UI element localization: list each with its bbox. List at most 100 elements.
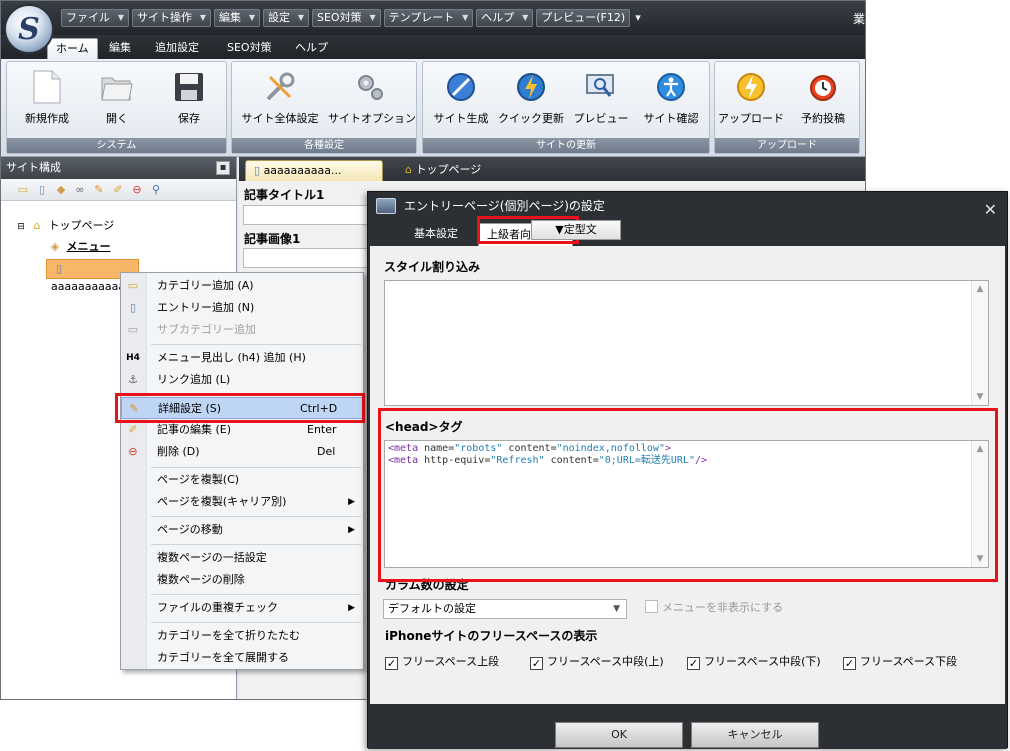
ctx-add-link[interactable]: ⚓ リンク追加 (L) [121,369,363,391]
page-icon: ▯ [129,301,137,314]
ctx-label: ページを複製(キャリア別) [157,495,287,508]
ctx-collapse-all[interactable]: カテゴリーを全て折りたたむ [121,625,363,647]
ctx-duplicate-by-carrier[interactable]: ページを複製(キャリア別) ▶ [121,491,363,513]
menu-file[interactable]: ファイル [61,9,129,27]
column-select[interactable]: デフォルトの設定 ▼ [383,599,627,619]
tab-seo[interactable]: SEO対策 [219,38,280,59]
edit-icon[interactable]: ✐ [110,182,126,198]
ctx-bulk-delete[interactable]: 複数ページの削除 [121,569,363,591]
search-icon[interactable]: ⚲ [148,182,164,198]
ctx-add-category[interactable]: ▭ カテゴリー追加 (A) [121,275,363,297]
doc-tab-entry[interactable]: ▯ aaaaaaaaaa... [245,160,383,181]
open-button[interactable]: 開く [81,68,153,138]
iphone-free-bottom-checkbox[interactable]: ✓ フリースペース下段 [843,654,957,670]
menu-seo[interactable]: SEO対策 [312,9,381,27]
separator [151,622,361,623]
checkmark-icon[interactable]: ✓ [530,657,543,670]
scroll-down-icon[interactable]: ▼ [972,389,988,405]
ctx-move-page[interactable]: ページの移動 ▶ [121,519,363,541]
ctx-label: 複数ページの削除 [157,573,245,586]
site-options-button[interactable]: サイトオプション [328,68,416,138]
site-check-label: サイト確認 [643,112,699,125]
link-icon[interactable]: ∞ [72,182,88,198]
upload-label: アップロード [718,112,784,125]
iphone-free-mid-lower-checkbox[interactable]: ✓ フリースペース中段(下) [687,654,821,670]
checkmark-icon[interactable]: ✓ [687,657,700,670]
menu-preview[interactable]: プレビュー(F12) [536,9,631,27]
site-settings-button[interactable]: サイト全体設定 [238,68,322,138]
add-page-icon[interactable]: ▯ [34,182,50,198]
menu-help[interactable]: ヘルプ [476,9,534,27]
ctx-label: メニュー見出し (h4) 追加 (H) [157,351,306,364]
upload-button[interactable]: アップロード [715,68,787,138]
alarm-clock-icon [806,70,840,104]
site-check-button[interactable]: サイト確認 [635,68,707,138]
add-folder-icon[interactable]: ▭ [15,182,31,198]
ctx-add-entry[interactable]: ▯ エントリー追加 (N) [121,297,363,319]
ribbon-group-label: システム [7,138,226,153]
style-textarea[interactable]: ▲ ▼ [384,280,989,406]
iphone-free-top-checkbox[interactable]: ✓ フリースペース上段 [385,654,499,670]
doc-tab-top-page[interactable]: ⌂ トップページ [397,160,489,181]
tab-edit[interactable]: 編集 [101,38,139,59]
scrollbar[interactable]: ▲ ▼ [971,281,988,405]
tree-item-menu[interactable]: ◈ メニュー [47,238,111,256]
ribbon-group-label: アップロード [715,138,859,153]
ok-button[interactable]: OK [555,722,683,748]
menu-template[interactable]: テンプレート [383,9,474,27]
preview-button[interactable]: プレビュー [565,68,637,138]
ctx-add-subcategory[interactable]: ▭ サブカテゴリー追加 [121,319,363,341]
iphone-section-label: iPhoneサイトのフリースペースの表示 [385,629,598,643]
separator [151,594,361,595]
tag-icon[interactable]: ◆ [53,182,69,198]
title-bar: ファイル サイト操作 編集 設定 SEO対策 テンプレート ヘルプ プレビュー(… [1,1,865,35]
tab-help[interactable]: ヘルプ [287,38,336,59]
app-logo[interactable]: S [4,4,54,54]
scroll-up-icon[interactable]: ▲ [972,281,988,297]
cancel-button[interactable]: キャンセル [691,722,819,748]
checkmark-icon[interactable]: ✓ [843,657,856,670]
ctx-delete[interactable]: ⊖ 削除 (D) Del [121,441,363,463]
template-text-button[interactable]: ▼定型文 [531,220,621,240]
pin-icon[interactable]: ▪ [216,161,230,175]
panel-title: サイト構成 [6,161,61,174]
ctx-expand-all[interactable]: カテゴリーを全て展開する [121,647,363,669]
ctx-bulk-settings[interactable]: 複数ページの一括設定 [121,547,363,569]
ctx-label: エントリー追加 (N) [157,301,255,314]
collapse-icon[interactable]: ⊟ [13,218,29,236]
menu-settings[interactable]: 設定 [263,9,309,27]
tab-additional-settings[interactable]: 追加設定 [147,38,207,59]
hide-menu-checkbox[interactable]: メニューを非表示にする [645,600,783,616]
iphone-free-mid-upper-checkbox[interactable]: ✓ フリースペース中段(上) [530,654,664,670]
ribbon-group-system: 新規作成 開く 保存 システム [6,61,227,154]
pencil-icon: ✐ [128,423,138,436]
ribbon-group-settings: サイト全体設定 サイトオプション 各種設定 [231,61,417,154]
menu-edit[interactable]: 編集 [214,9,260,27]
accessibility-icon [654,70,688,104]
menu-overflow-icon[interactable]: ▾ [633,9,641,27]
wrench-icon[interactable]: ✎ [91,182,107,198]
tree-root-label: トップページ [48,219,115,232]
menu-site-operations[interactable]: サイト操作 [132,9,211,27]
checkmark-icon[interactable]: ✓ [385,657,398,670]
site-generate-button[interactable]: サイト生成 [425,68,497,138]
delete-icon[interactable]: ⊖ [129,182,145,198]
ctx-add-menu-heading[interactable]: H4 メニュー見出し (h4) 追加 (H) [121,347,363,369]
ctx-label: カテゴリー追加 (A) [157,279,254,292]
ctx-label: 複数ページの一括設定 [157,551,267,564]
home-folder-icon: ⌂ [405,163,412,176]
checkbox-label: フリースペース上段 [402,655,500,668]
tree-toolbar: ▭ ▯ ◆ ∞ ✎ ✐ ⊖ ⚲ [1,179,236,201]
new-button[interactable]: 新規作成 [11,68,83,138]
tab-basic-settings[interactable]: 基本設定 [406,223,466,246]
ctx-duplicate-file-check[interactable]: ファイルの重複チェック ▶ [121,597,363,619]
tree-root[interactable]: ⊟ ⌂ トップページ [13,217,114,235]
save-button[interactable]: 保存 [153,68,225,138]
submenu-arrow-icon: ▶ [348,497,355,507]
tab-home[interactable]: ホーム [47,38,98,59]
quick-update-button[interactable]: クイック更新 [495,68,567,138]
checkbox-box[interactable] [645,600,658,613]
dialog-title: エントリーページ(個別ページ)の設定 [404,199,605,213]
scheduled-post-button[interactable]: 予約投稿 [787,68,859,138]
ctx-duplicate-page[interactable]: ページを複製(C) [121,469,363,491]
